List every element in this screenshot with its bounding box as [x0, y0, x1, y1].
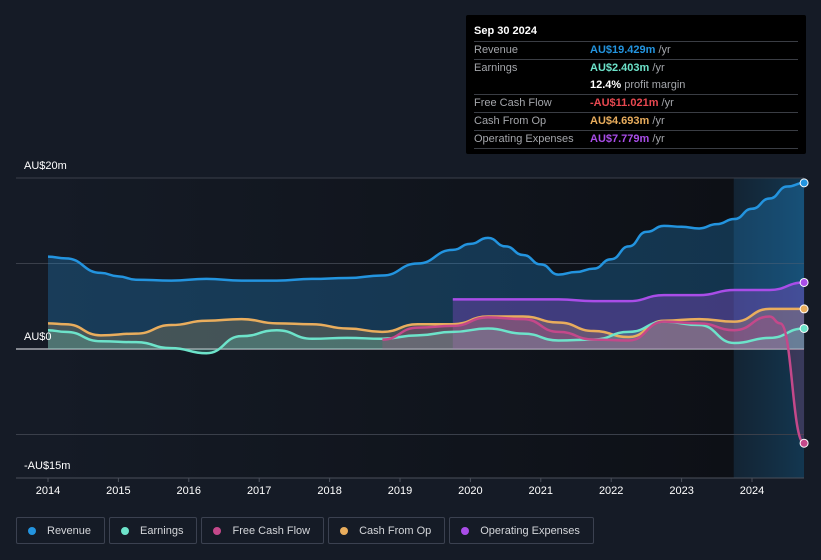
x-tick-label: 2018 [317, 485, 342, 497]
legend: Revenue Earnings Free Cash Flow Cash From O… [16, 517, 594, 544]
x-tick-label: 2022 [598, 485, 624, 497]
tooltip-unit: /yr [655, 44, 671, 56]
legend-dot-icon [213, 526, 222, 535]
tooltip-panel: Sep 30 2024 Revenue AU$19.429m /yr Earning… [466, 15, 806, 154]
legend-item-cash-from-op[interactable]: Cash From Op [328, 517, 446, 544]
legend-label: Free Cash Flow [232, 524, 311, 537]
x-tick-label: 2021 [528, 485, 554, 497]
y-tick-label-bottom: -AU$15m [24, 460, 71, 472]
tooltip-row-label: Free Cash Flow [474, 97, 552, 109]
x-tick-label: 2019 [387, 485, 413, 497]
legend-dot-icon [340, 526, 349, 535]
x-tick-label: 2014 [35, 485, 61, 497]
tooltip-row-label: Revenue [474, 44, 519, 56]
revenue-endpoint[interactable] [799, 178, 809, 188]
tooltip-row-value: AU$19.429m /yr [590, 42, 671, 59]
tooltip-unit: /yr [649, 115, 665, 127]
tooltip-value: AU$4.693m [590, 115, 650, 127]
x-tick-label: 2020 [458, 485, 483, 497]
tooltip-row-value: AU$4.693m /yr [590, 113, 665, 130]
tooltip-unit: profit margin [621, 79, 686, 91]
x-tick-label: 2017 [246, 485, 272, 497]
legend-item-operating-expenses[interactable]: Operating Expenses [449, 517, 594, 544]
earnings-endpoint[interactable] [799, 323, 809, 333]
y-tick-label-zero: AU$0 [24, 331, 52, 343]
legend-dot-icon [28, 526, 36, 535]
tooltip-value: AU$19.429m [590, 44, 656, 56]
legend-label: Operating Expenses [480, 524, 580, 537]
legend-dot-icon [121, 526, 130, 535]
tooltip-value: AU$2.403m [590, 62, 650, 74]
tooltip-row-value: AU$7.779m /yr [590, 131, 665, 148]
tooltip-row: Cash From Op AU$4.693m /yr [474, 113, 798, 131]
x-tick-label: 2015 [106, 485, 131, 497]
x-tick-label: 2016 [176, 485, 202, 497]
tooltip-row-label: Cash From Op [474, 115, 547, 127]
tooltip-row: Earnings AU$2.403m /yr [474, 60, 798, 77]
tooltip-value: -AU$11.021m [590, 97, 659, 109]
tooltip-unit: /yr [658, 97, 674, 109]
tooltip-value: AU$7.779m [590, 133, 650, 145]
tooltip-row-label: Earnings [474, 62, 518, 74]
y-tick-label-top: AU$20m [24, 160, 67, 172]
legend-label: Revenue [47, 524, 92, 537]
legend-item-revenue[interactable]: Revenue [16, 517, 106, 544]
tooltip-row: 12.4% profit margin [474, 77, 798, 95]
x-tick-label: 2024 [739, 485, 765, 497]
legend-label: Cash From Op [359, 524, 432, 537]
tooltip-row: Operating Expenses AU$7.779m /yr [474, 131, 798, 149]
legend-item-earnings[interactable]: Earnings [109, 517, 198, 544]
legend-label: Earnings [140, 524, 184, 537]
tooltip-date: Sep 30 2024 [474, 22, 798, 42]
operating-expenses-endpoint[interactable] [799, 277, 809, 287]
tooltip-row-value: 12.4% profit margin [590, 77, 685, 94]
cash-from-op-endpoint[interactable] [799, 304, 809, 314]
legend-item-free-cash-flow[interactable]: Free Cash Flow [201, 517, 325, 544]
legend-dot-icon [461, 526, 470, 535]
tooltip-row: Revenue AU$19.429m /yr [474, 42, 798, 60]
tooltip-row: Free Cash Flow -AU$11.021m /yr [474, 95, 798, 113]
tooltip-row-value: AU$2.403m /yr [590, 60, 665, 77]
free-cash-flow-endpoint[interactable] [799, 438, 809, 448]
tooltip-unit: /yr [649, 133, 665, 145]
tooltip-row-label: Operating Expenses [474, 133, 574, 145]
tooltip-unit: /yr [649, 62, 665, 74]
tooltip-row-label [474, 77, 590, 94]
tooltip-value: 12.4% [590, 79, 622, 91]
x-tick-label: 2023 [669, 485, 694, 497]
tooltip-row-value: -AU$11.021m /yr [590, 95, 674, 112]
